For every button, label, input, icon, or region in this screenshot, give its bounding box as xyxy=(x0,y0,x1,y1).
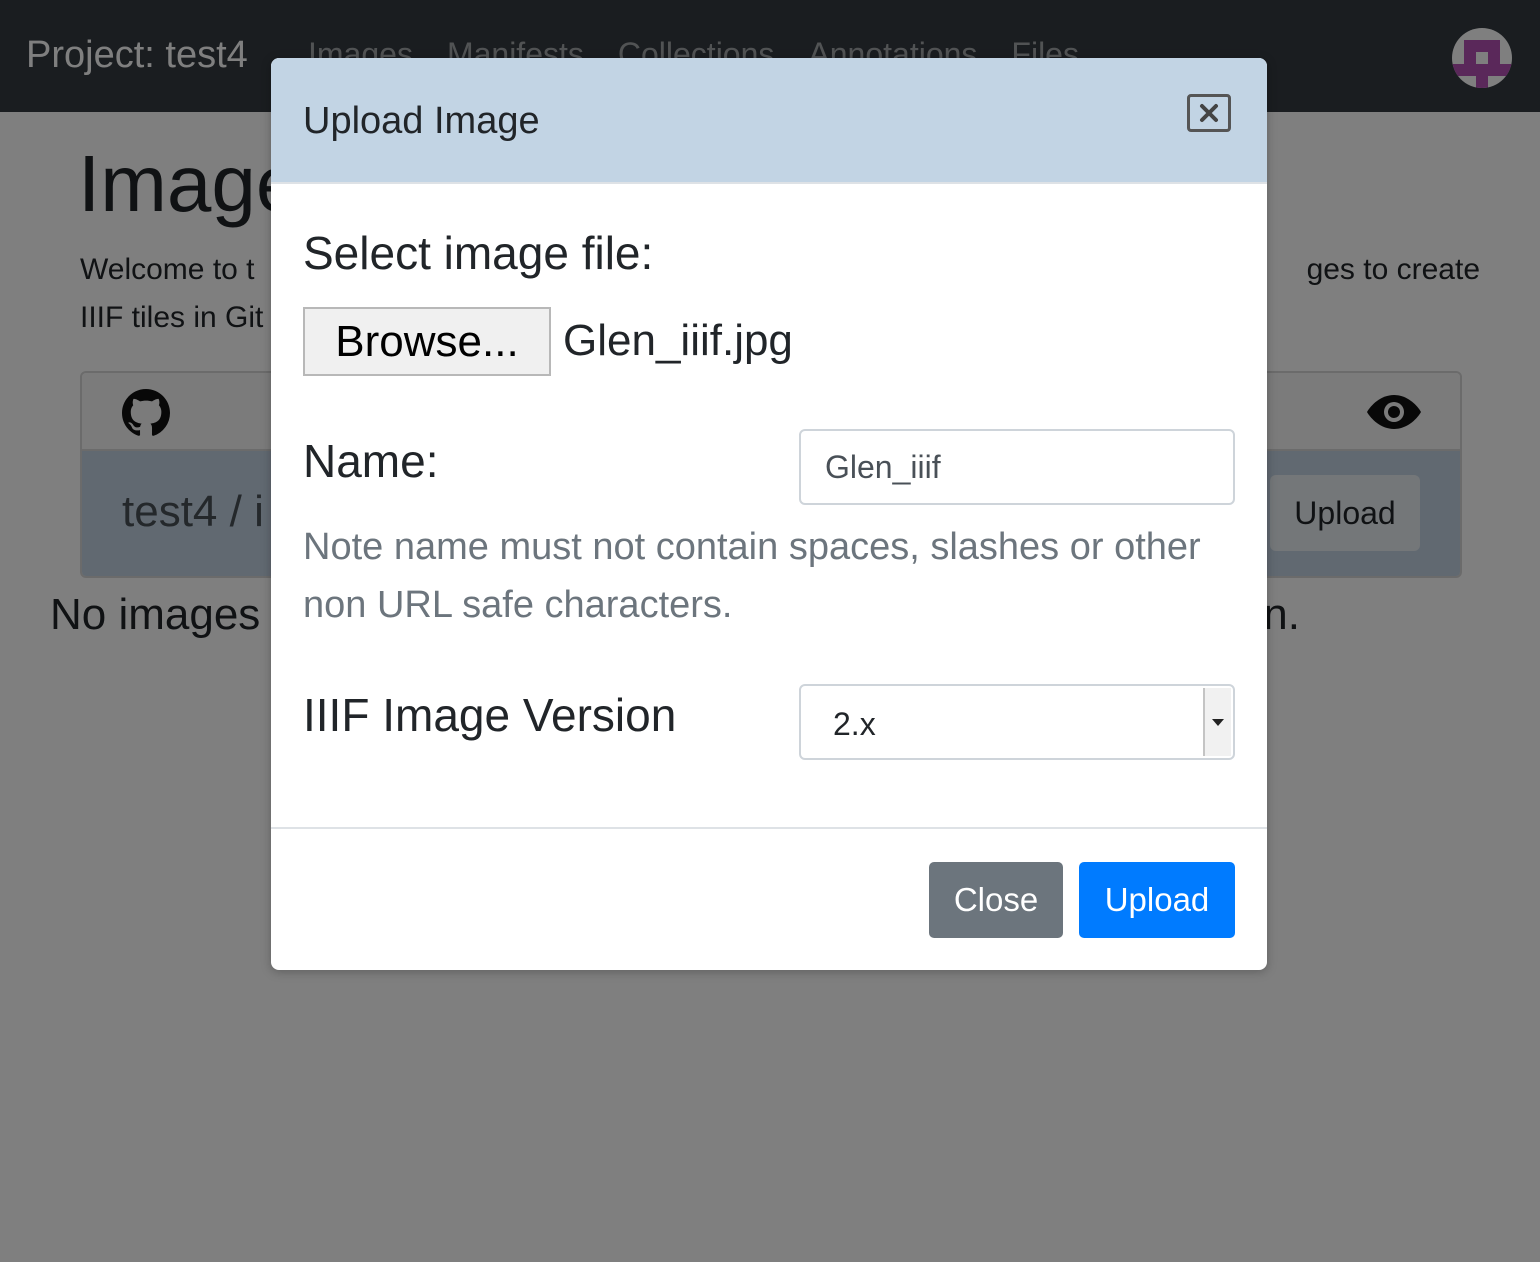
iiif-version-label: IIIF Image Version xyxy=(303,689,677,741)
modal-title: Upload Image xyxy=(303,100,540,142)
close-button[interactable]: Close xyxy=(929,862,1063,938)
close-icon xyxy=(1200,104,1218,122)
selected-file-name: Glen_iiif.jpg xyxy=(563,316,793,365)
select-file-label: Select image file: xyxy=(303,227,654,279)
name-input[interactable] xyxy=(799,429,1235,505)
upload-image-modal: Upload Image Select image file: Browse..… xyxy=(271,58,1267,970)
chevron-down-icon[interactable] xyxy=(1203,688,1231,756)
name-note: Note name must not contain spaces, slash… xyxy=(303,526,1201,626)
modal-footer-divider xyxy=(271,827,1267,829)
modal-header: Upload Image xyxy=(271,58,1267,184)
close-x-button[interactable] xyxy=(1187,94,1231,132)
iiif-version-select[interactable]: 2.x xyxy=(799,684,1235,760)
iiif-version-value: 2.x xyxy=(833,706,876,742)
name-label: Name: xyxy=(303,435,439,487)
upload-button[interactable]: Upload xyxy=(1079,862,1235,938)
browse-button[interactable]: Browse... xyxy=(303,307,551,376)
